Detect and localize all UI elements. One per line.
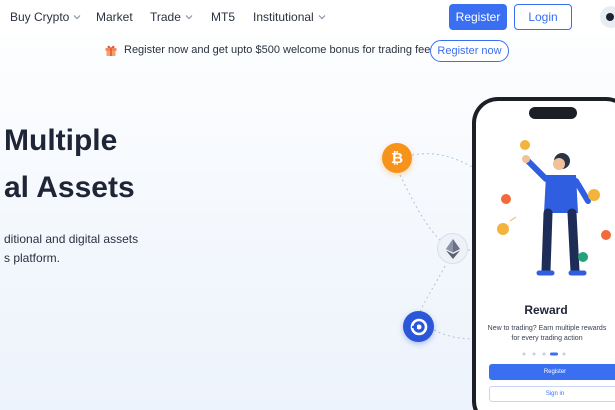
chevron-down-icon [185,15,193,20]
bitcoin-icon: ₿ [382,143,412,173]
nav-market-label: Market [96,10,133,24]
reward-description: New to trading? Earn multiple rewards fo… [487,325,607,342]
nav-market[interactable]: Market [96,10,133,24]
hero-title-line1: Multiple [4,124,118,157]
nav-trade-label: Trade [150,10,181,24]
promo-text: Register now and get upto $500 welcome b… [124,44,471,56]
nav-buy-crypto[interactable]: Buy Crypto [10,10,82,24]
top-nav: Buy Crypto Market Trade MT5 Institutiona… [0,0,615,34]
nav-trade[interactable]: Trade [150,10,194,24]
hero-title-line2: al Assets [4,171,135,204]
phone-register-button[interactable]: Register [489,364,615,380]
avatar[interactable] [600,6,615,28]
carousel-dots [522,352,566,356]
phone-mockup: Reward New to trading? Earn multiple rew… [472,97,615,410]
register-now-button[interactable]: Register now [430,40,509,62]
nav-institutional-label: Institutional [253,10,314,24]
nav-mt5-label: MT5 [211,10,235,24]
reward-illustration [497,140,611,276]
hero-desc-line1: ditional and digital assets [4,232,139,246]
svg-text:₿: ₿ [391,150,403,167]
login-button[interactable]: Login [514,4,572,30]
hero-desc-line2: s platform. [4,251,61,265]
nav-institutional[interactable]: Institutional [253,10,327,24]
chevron-down-icon [318,15,326,20]
phone-screen: Reward New to trading? Earn multiple rew… [476,101,615,410]
ethereum-icon [437,233,468,264]
nav-mt5[interactable]: MT5 [211,10,235,24]
nav-buy-crypto-label: Buy Crypto [10,10,70,24]
register-button[interactable]: Register [449,4,507,30]
phone-notch [529,107,577,119]
reward-title: Reward [524,303,568,317]
app-logo-icon [403,311,434,342]
phone-signin-button[interactable]: Sign in [489,386,615,402]
gift-icon [105,45,117,56]
chevron-down-icon [73,15,81,20]
